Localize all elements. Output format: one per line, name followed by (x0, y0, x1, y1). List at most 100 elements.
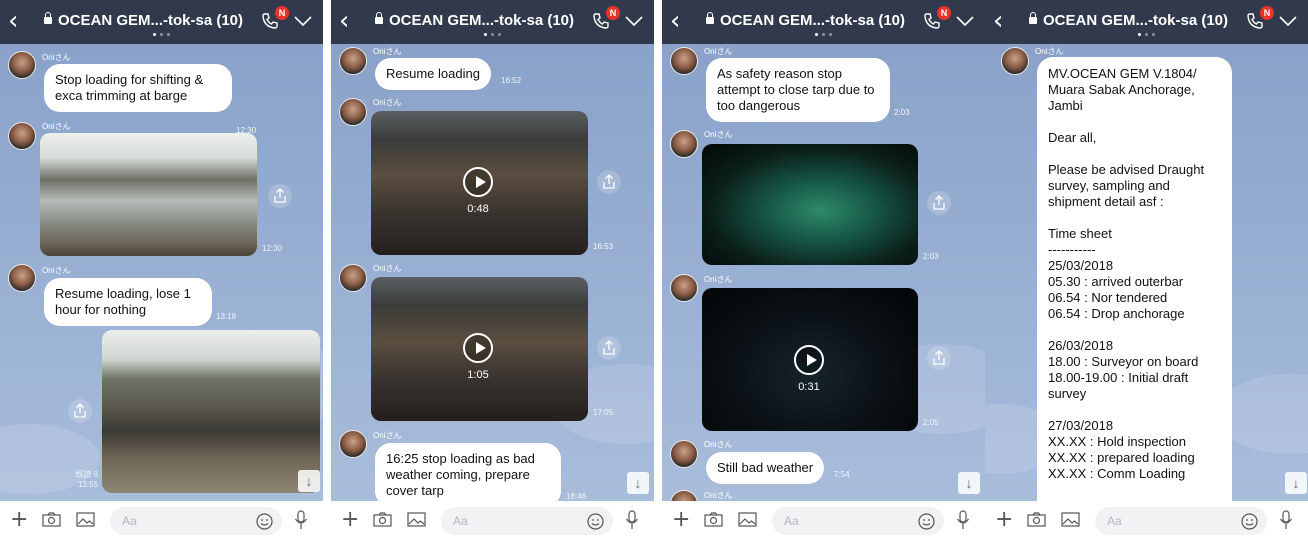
sender-name: Oniさん (373, 264, 402, 273)
message-time: 2:05 (923, 418, 939, 427)
share-icon[interactable] (927, 191, 951, 215)
chat-screen-2: ‹ OCEAN GEM...-tok-sa (10) N Oniさん Resum… (331, 0, 654, 541)
share-icon[interactable] (268, 184, 292, 208)
message-time: 13:18 (216, 312, 237, 321)
notification-badge: N (606, 6, 620, 20)
chat-title[interactable]: OCEAN GEM...-tok-sa (10) (696, 12, 915, 29)
play-icon[interactable] (463, 167, 493, 197)
back-icon[interactable]: ‹ (8, 6, 18, 36)
chat-header: ‹ OCEAN GEM...-tok-sa (10) N (331, 0, 654, 44)
chevron-down-icon[interactable] (624, 14, 644, 28)
back-icon[interactable]: ‹ (993, 6, 1003, 36)
back-icon[interactable]: ‹ (670, 6, 680, 36)
message-line: 06.54 : Nor tendered (1048, 290, 1168, 305)
microphone-icon[interactable] (294, 510, 308, 530)
message-bubble[interactable]: Stop loading for shifting & exca trimmin… (44, 64, 232, 112)
scroll-down-button[interactable]: ↓ (627, 472, 649, 494)
video-duration: 1:05 (467, 369, 489, 381)
message-line: Please be advised Draught (1048, 162, 1205, 177)
camera-icon[interactable] (704, 512, 723, 527)
chat-header: ‹ OCEAN GEM...-tok-sa (10) N (0, 0, 323, 44)
page-indicator (662, 33, 985, 36)
video-message[interactable]: 0:48 (371, 111, 588, 255)
avatar[interactable] (670, 274, 698, 302)
play-icon[interactable] (794, 345, 824, 375)
chat-area[interactable]: Oniさん MV.OCEAN GEM V.1804/Muara Sabak An… (985, 44, 1308, 501)
sender-name: Oniさん (1035, 47, 1064, 56)
share-icon[interactable] (597, 170, 621, 194)
share-icon[interactable] (597, 336, 621, 360)
avatar[interactable] (1001, 47, 1029, 75)
camera-icon[interactable] (42, 512, 61, 527)
emoji-icon[interactable] (587, 513, 604, 530)
chevron-down-icon[interactable] (293, 14, 313, 28)
sender-name: Oniさん (704, 47, 733, 56)
video-message[interactable]: 0:31 (702, 288, 918, 431)
avatar[interactable] (670, 490, 698, 501)
scroll-down-button[interactable]: ↓ (958, 472, 980, 494)
photo-message[interactable] (102, 330, 320, 493)
microphone-icon[interactable] (956, 510, 970, 530)
avatar[interactable] (670, 47, 698, 75)
message-time: 2:03 (894, 108, 910, 117)
emoji-icon[interactable] (1241, 513, 1258, 530)
avatar[interactable] (339, 264, 367, 292)
image-icon[interactable] (1061, 512, 1080, 527)
chat-area[interactable]: Oniさん As safety reason stop attempt to c… (662, 44, 985, 501)
avatar[interactable] (8, 51, 36, 79)
image-icon[interactable] (738, 512, 757, 527)
video-message[interactable]: 1:05 (371, 277, 588, 421)
plus-icon[interactable]: + (341, 509, 359, 531)
scroll-down-button[interactable]: ↓ (298, 470, 320, 492)
chat-area[interactable]: Oniさん Stop loading for shifting & exca t… (0, 44, 323, 501)
scroll-down-button[interactable]: ↓ (1285, 472, 1307, 494)
message-line (1048, 146, 1221, 162)
play-icon[interactable] (463, 333, 493, 363)
emoji-icon[interactable] (256, 513, 273, 530)
avatar[interactable] (339, 47, 367, 75)
share-icon[interactable] (927, 346, 951, 370)
message-bubble[interactable]: Still bad weather (706, 452, 825, 484)
lock-icon (374, 12, 383, 24)
avatar[interactable] (670, 130, 698, 158)
avatar[interactable] (8, 122, 36, 150)
message-bubble[interactable]: As safety reason stop attempt to close t… (706, 58, 890, 122)
plus-icon[interactable]: + (672, 509, 690, 531)
photo-message[interactable] (702, 144, 918, 265)
camera-icon[interactable] (373, 512, 392, 527)
chat-title[interactable]: OCEAN GEM...-tok-sa (10) (1019, 12, 1238, 29)
microphone-icon[interactable] (625, 510, 639, 530)
avatar[interactable] (8, 264, 36, 292)
emoji-icon[interactable] (918, 513, 935, 530)
plus-icon[interactable]: + (995, 509, 1013, 531)
message-line: 25/03/2018 (1048, 258, 1114, 273)
chat-title[interactable]: OCEAN GEM...-tok-sa (10) (34, 12, 253, 29)
message-bubble[interactable]: Resume loading (375, 58, 491, 90)
microphone-icon[interactable] (1279, 510, 1293, 530)
avatar[interactable] (339, 430, 367, 458)
image-icon[interactable] (407, 512, 426, 527)
photo-message[interactable] (40, 133, 257, 256)
sender-name: Oniさん (42, 122, 71, 131)
message-time: 18:46 (566, 492, 587, 501)
message-composer: + (0, 501, 323, 541)
message-line: 18.00-19.00 : Initial draft (1048, 370, 1189, 385)
message-line: 18.00 : Surveyor on board (1048, 354, 1199, 369)
message-bubble[interactable]: MV.OCEAN GEM V.1804/Muara Sabak Anchorag… (1037, 57, 1232, 501)
camera-icon[interactable] (1027, 512, 1046, 527)
share-icon[interactable] (68, 399, 92, 423)
image-icon[interactable] (76, 512, 95, 527)
chevron-down-icon[interactable] (955, 14, 975, 28)
chat-title[interactable]: OCEAN GEM...-tok-sa (10) (365, 12, 584, 29)
message-time: 2:03 (923, 252, 939, 261)
message-bubble[interactable]: 16:25 stop loading as bad weather coming… (375, 443, 561, 501)
sender-name: Oniさん (373, 98, 402, 107)
message-composer: + (331, 501, 654, 541)
chevron-down-icon[interactable] (1278, 14, 1298, 28)
plus-icon[interactable]: + (10, 509, 28, 531)
avatar[interactable] (670, 440, 698, 468)
chat-area[interactable]: Oniさん Resume loading 16:52 Oniさん 0:48 16… (331, 44, 654, 501)
avatar[interactable] (339, 98, 367, 126)
back-icon[interactable]: ‹ (339, 6, 349, 36)
message-bubble[interactable]: Resume loading, lose 1 hour for nothing (44, 278, 212, 326)
